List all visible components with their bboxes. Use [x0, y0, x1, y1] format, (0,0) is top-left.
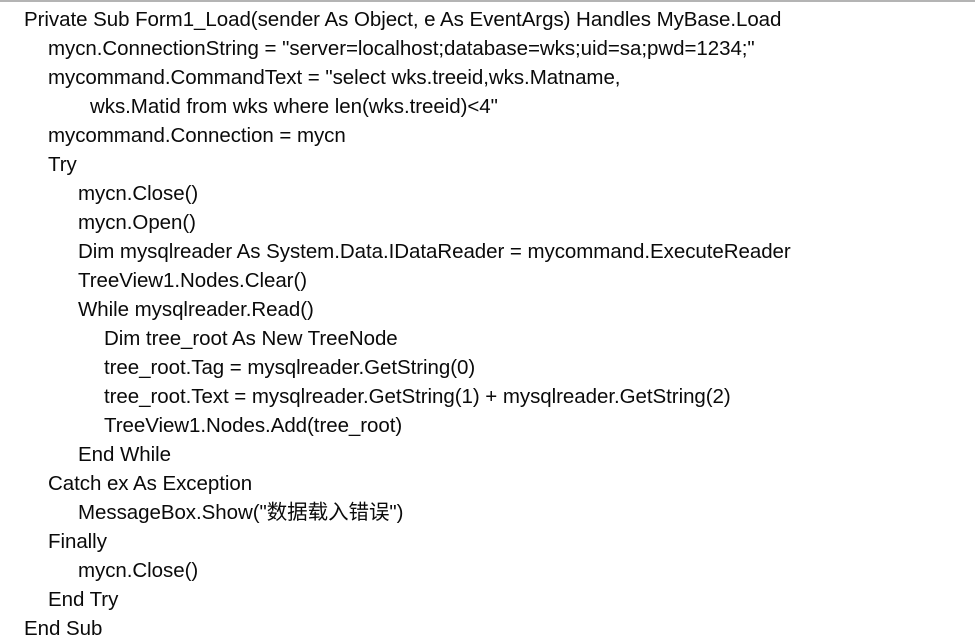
code-listing: Private Sub Form1_Load(sender As Object,… [0, 0, 975, 640]
code-line: mycn.Close() [78, 559, 199, 582]
code-line: mycommand.CommandText = "select wks.tree… [48, 66, 621, 89]
code-line: Try [48, 153, 77, 176]
code-line: mycn.Close() [78, 182, 199, 205]
code-line: Private Sub Form1_Load(sender As Object,… [24, 8, 782, 31]
code-line: tree_root.Text = mysqlreader.GetString(1… [104, 385, 731, 408]
code-line: TreeView1.Nodes.Clear() [78, 269, 307, 292]
code-line: tree_root.Tag = mysqlreader.GetString(0) [104, 356, 476, 379]
code-line: End Sub [24, 617, 103, 640]
code-line: mycn.Open() [78, 211, 196, 234]
code-line: Dim mysqlreader As System.Data.IDataRead… [78, 240, 791, 263]
code-line: wks.Matid from wks where len(wks.treeid)… [90, 95, 498, 118]
top-divider-rule [0, 0, 975, 2]
code-line: MessageBox.Show("数据载入错误") [78, 501, 404, 524]
code-line: While mysqlreader.Read() [78, 298, 314, 321]
code-line: Finally [48, 530, 107, 553]
code-line: End While [78, 443, 171, 466]
code-line: mycn.ConnectionString = "server=localhos… [48, 37, 755, 60]
code-line: Dim tree_root As New TreeNode [104, 327, 398, 350]
code-line-list: Private Sub Form1_Load(sender As Object,… [0, 5, 975, 643]
code-line: TreeView1.Nodes.Add(tree_root) [104, 414, 403, 437]
code-line: End Try [48, 588, 119, 611]
code-line: mycommand.Connection = mycn [48, 124, 346, 147]
code-line: Catch ex As Exception [48, 472, 253, 495]
